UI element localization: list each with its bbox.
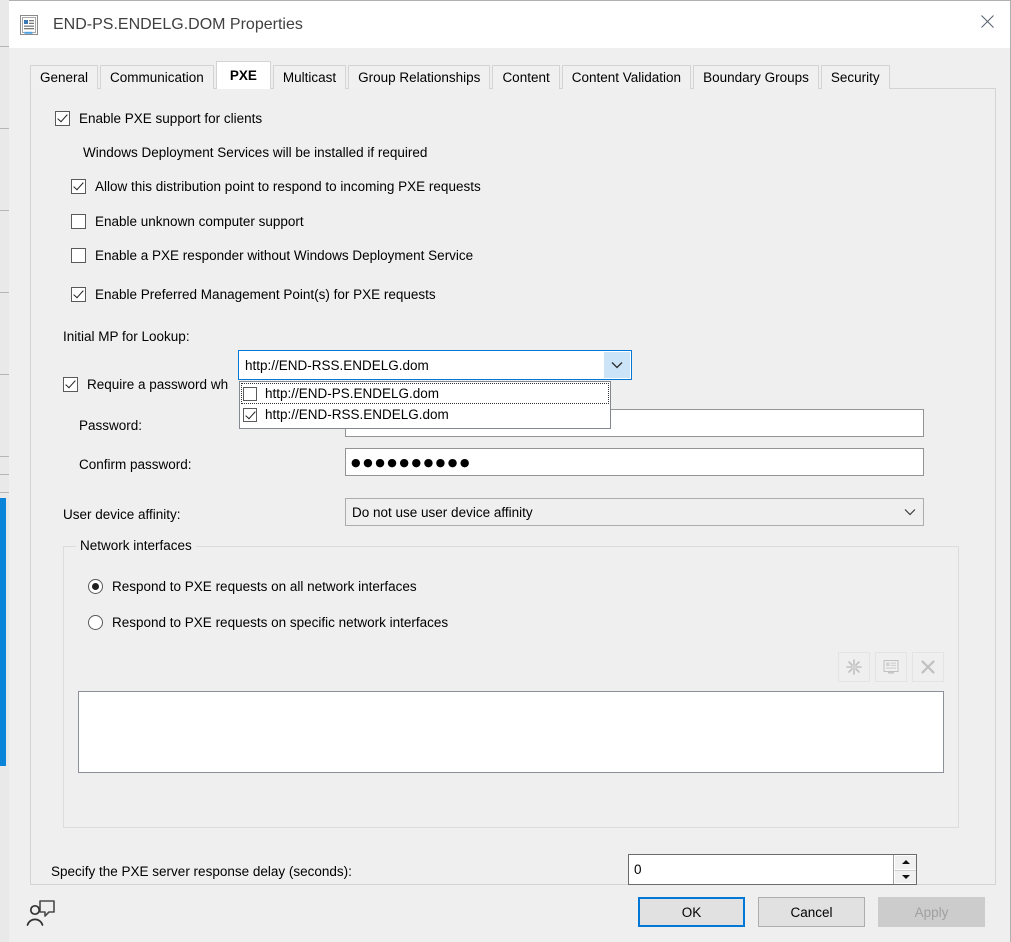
- initial-mp-option-0-checkbox[interactable]: [243, 387, 257, 401]
- delete-x-icon[interactable]: [912, 652, 944, 682]
- background-window-accent-bar: [0, 498, 6, 766]
- require-password-row[interactable]: Require a password wh: [63, 377, 228, 392]
- user-device-affinity-label: User device affinity:: [63, 507, 181, 522]
- initial-mp-option-1-label: http://END-RSS.ENDELG.dom: [265, 407, 449, 422]
- network-interfaces-group: Network interfaces Respond to PXE reques…: [63, 546, 959, 828]
- properties-icon[interactable]: [875, 652, 907, 682]
- initial-mp-label: Initial MP for Lookup:: [63, 329, 190, 344]
- require-password-checkbox[interactable]: [63, 377, 78, 392]
- allow-respond-row[interactable]: Allow this distribution point to respond…: [71, 179, 481, 194]
- wds-note: Windows Deployment Services will be inst…: [83, 145, 427, 160]
- person-feedback-icon[interactable]: [24, 897, 58, 929]
- properties-dialog: END-PS.ENDELG.DOM Properties General Com…: [9, 0, 1011, 942]
- confirm-password-field[interactable]: ●●●●●●●●●●: [345, 448, 924, 476]
- response-delay-spin-buttons: [893, 855, 916, 884]
- allow-respond-label: Allow this distribution point to respond…: [95, 179, 481, 194]
- chevron-down-icon: [897, 499, 923, 525]
- confirm-password-value: ●●●●●●●●●●: [351, 456, 472, 469]
- spinner-up-icon[interactable]: [894, 855, 916, 870]
- tab-strip: General Communication PXE Multicast Grou…: [30, 61, 1010, 89]
- pxe-responder-label: Enable a PXE responder without Windows D…: [95, 248, 473, 263]
- ok-button[interactable]: OK: [638, 897, 745, 927]
- pxe-responder-row[interactable]: Enable a PXE responder without Windows D…: [71, 248, 473, 263]
- response-delay-label: Specify the PXE server response delay (s…: [51, 864, 352, 879]
- unknown-computer-checkbox[interactable]: [71, 214, 86, 229]
- enable-pxe-support-checkbox[interactable]: [55, 111, 70, 126]
- response-delay-stepper[interactable]: 0: [628, 854, 917, 885]
- preferred-mp-checkbox[interactable]: [71, 287, 86, 302]
- initial-mp-option-0[interactable]: http://END-PS.ENDELG.dom: [241, 383, 609, 404]
- enable-pxe-support-row[interactable]: Enable PXE support for clients: [55, 111, 262, 126]
- initial-mp-value: http://END-RSS.ENDELG.dom: [245, 358, 429, 373]
- pxe-responder-checkbox[interactable]: [71, 248, 86, 263]
- respond-all-interfaces-label: Respond to PXE requests on all network i…: [112, 579, 417, 594]
- tab-pxe[interactable]: PXE: [216, 61, 271, 89]
- user-device-affinity-select[interactable]: Do not use user device affinity: [345, 498, 924, 526]
- tab-security[interactable]: Security: [821, 65, 890, 89]
- allow-respond-checkbox[interactable]: [71, 179, 86, 194]
- close-icon[interactable]: [964, 1, 1010, 41]
- respond-all-interfaces-radio[interactable]: [88, 579, 103, 594]
- tab-boundary-groups[interactable]: Boundary Groups: [693, 65, 819, 89]
- user-device-affinity-value: Do not use user device affinity: [352, 505, 533, 520]
- tab-content-validation[interactable]: Content Validation: [562, 65, 691, 89]
- respond-all-interfaces-row[interactable]: Respond to PXE requests on all network i…: [88, 579, 417, 594]
- tab-group-relationships[interactable]: Group Relationships: [348, 65, 490, 89]
- password-label: Password:: [79, 418, 142, 433]
- unknown-computer-row[interactable]: Enable unknown computer support: [71, 214, 304, 229]
- respond-specific-interfaces-label: Respond to PXE requests on specific netw…: [112, 615, 448, 630]
- chevron-down-icon[interactable]: [604, 352, 630, 378]
- new-star-icon[interactable]: [838, 652, 870, 682]
- properties-document-icon: [17, 13, 41, 37]
- interfaces-toolbar: [838, 652, 944, 682]
- network-interfaces-list[interactable]: [78, 691, 944, 773]
- initial-mp-select[interactable]: http://END-RSS.ENDELG.dom: [238, 350, 632, 380]
- apply-button: Apply: [878, 897, 985, 927]
- require-password-label: Require a password wh: [87, 377, 228, 392]
- initial-mp-dropdown-list[interactable]: http://END-PS.ENDELG.dom http://END-RSS.…: [239, 381, 611, 429]
- tab-general[interactable]: General: [30, 65, 98, 89]
- cancel-button[interactable]: Cancel: [758, 897, 865, 927]
- page-title: END-PS.ENDELG.DOM Properties: [53, 16, 303, 34]
- enable-pxe-support-label: Enable PXE support for clients: [79, 111, 262, 126]
- dialog-footer: OK Cancel Apply: [9, 885, 1010, 942]
- respond-specific-interfaces-radio[interactable]: [88, 615, 103, 630]
- initial-mp-option-1-checkbox[interactable]: [243, 408, 257, 422]
- respond-specific-interfaces-row[interactable]: Respond to PXE requests on specific netw…: [88, 615, 448, 630]
- tab-content[interactable]: Content: [492, 65, 559, 89]
- spinner-down-icon[interactable]: [894, 870, 916, 885]
- initial-mp-option-0-label: http://END-PS.ENDELG.dom: [265, 386, 439, 401]
- network-interfaces-title: Network interfaces: [76, 538, 196, 553]
- tab-multicast[interactable]: Multicast: [273, 65, 346, 89]
- background-window-separators: [0, 0, 9, 942]
- unknown-computer-label: Enable unknown computer support: [95, 214, 304, 229]
- preferred-mp-label: Enable Preferred Management Point(s) for…: [95, 287, 436, 302]
- pxe-tab-panel: Enable PXE support for clients Windows D…: [30, 88, 996, 885]
- tab-communication[interactable]: Communication: [100, 65, 214, 89]
- response-delay-input[interactable]: 0: [629, 855, 893, 884]
- confirm-password-label: Confirm password:: [79, 457, 192, 472]
- preferred-mp-row[interactable]: Enable Preferred Management Point(s) for…: [71, 287, 436, 302]
- initial-mp-option-1[interactable]: http://END-RSS.ENDELG.dom: [241, 404, 609, 425]
- title-bar: END-PS.ENDELG.DOM Properties: [9, 1, 1010, 48]
